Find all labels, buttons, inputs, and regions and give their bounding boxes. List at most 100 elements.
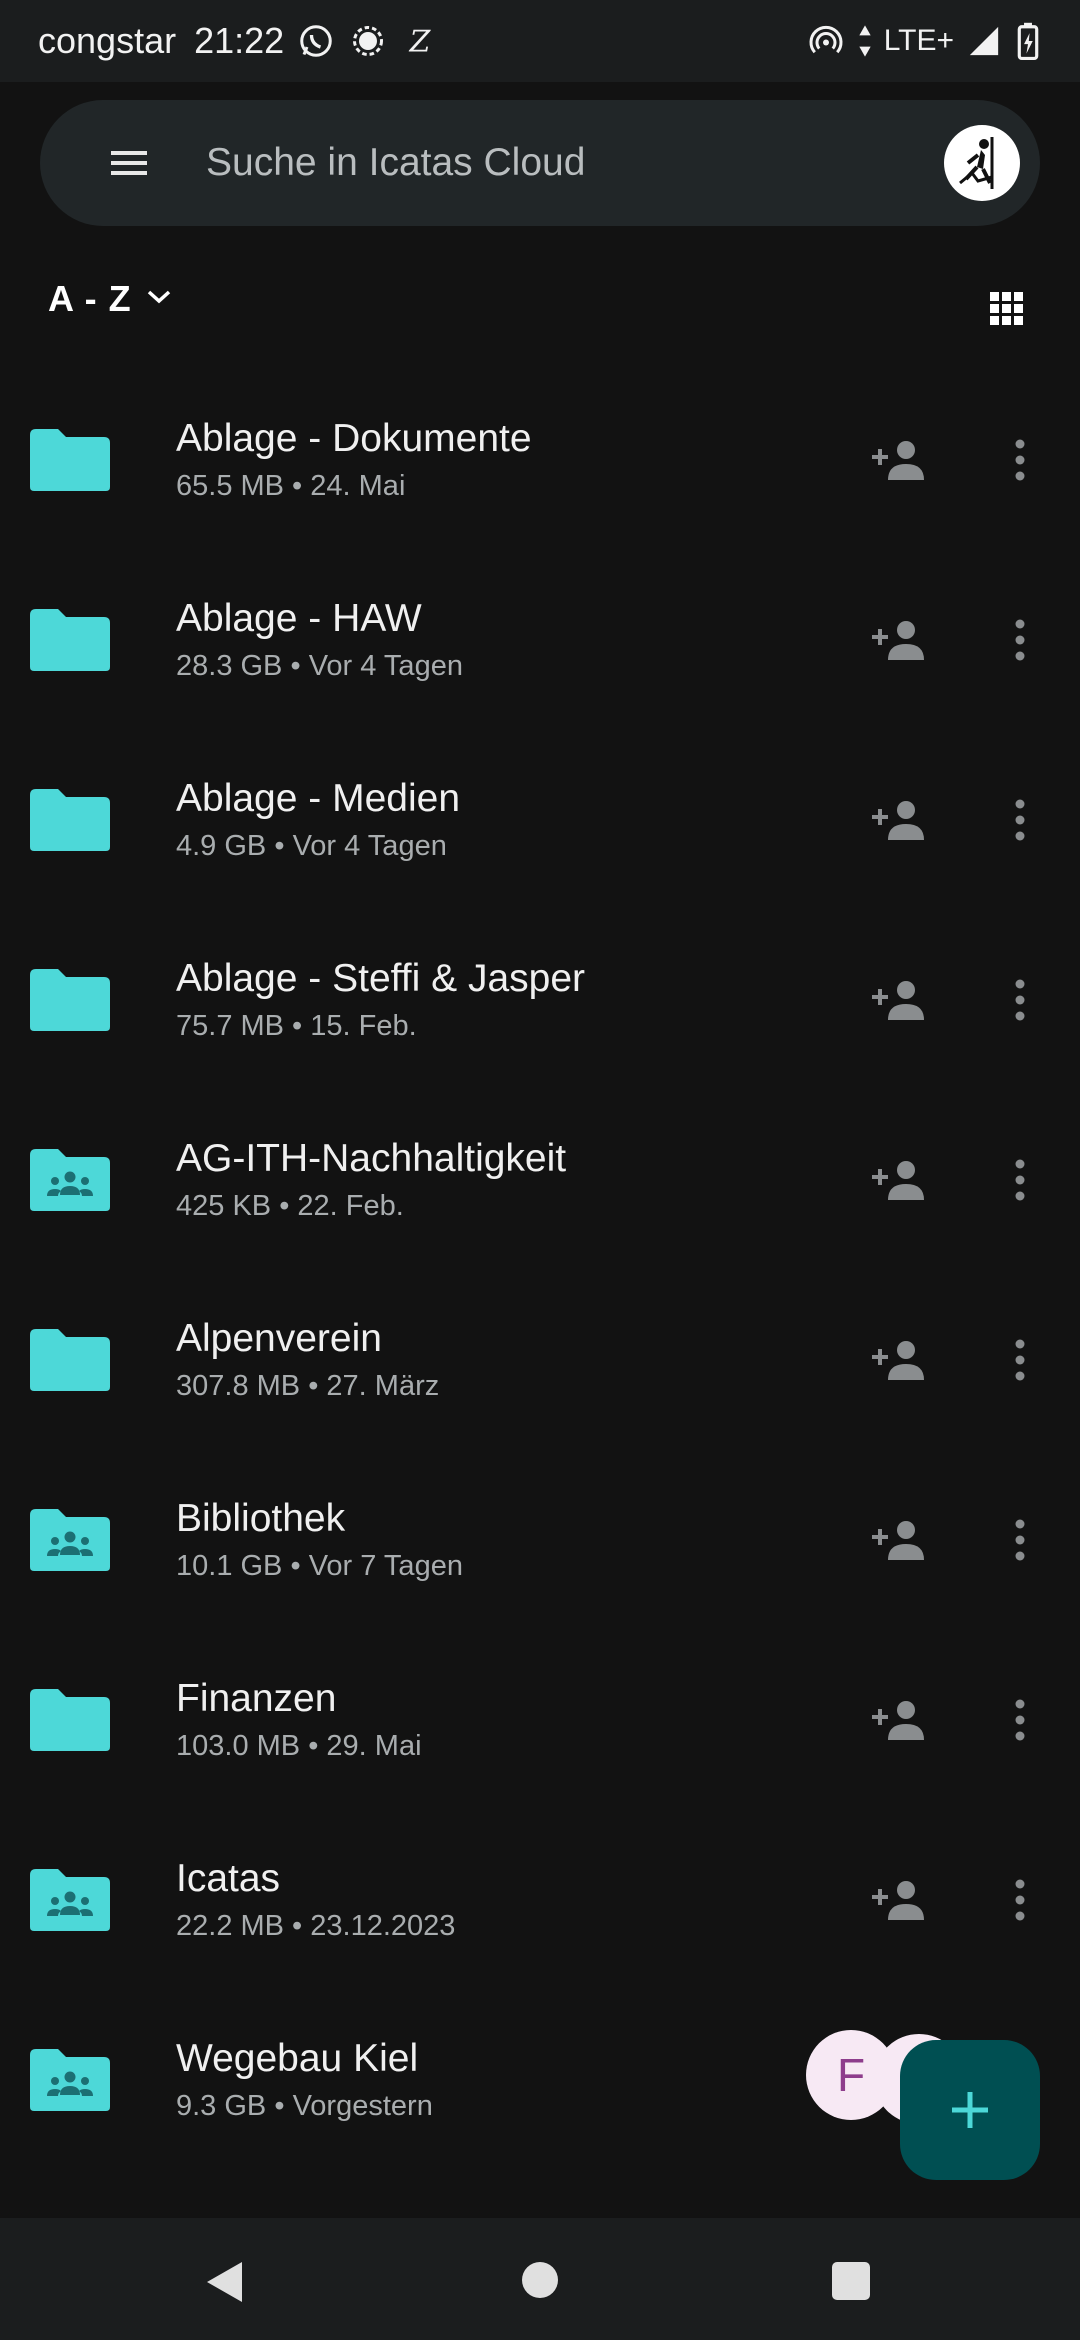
- folder-icon: [26, 1685, 114, 1755]
- file-name: Icatas: [176, 1857, 281, 1900]
- file-info: Bibliothek 10.1 GB • Vor 7 Tagen: [176, 1495, 463, 1585]
- separator-dot: •: [300, 1370, 327, 1402]
- system-nav-bar: [0, 2218, 1080, 2340]
- file-name: Alpenverein: [176, 1317, 382, 1360]
- more-options-icon[interactable]: [1000, 1870, 1040, 1930]
- file-size: 425 KB: [176, 1190, 272, 1222]
- folder-icon: [26, 785, 114, 855]
- data-arrows-icon: [856, 21, 874, 61]
- file-meta: 103.0 MB • 29. Mai: [176, 1727, 422, 1765]
- file-date: Vor 7 Tagen: [308, 1550, 463, 1582]
- network-type: LTE+: [883, 24, 954, 57]
- group-folder-icon: [26, 2045, 114, 2115]
- account-avatar[interactable]: [944, 125, 1020, 201]
- file-meta: 307.8 MB • 27. März: [176, 1367, 439, 1405]
- sharee-avatar: F: [806, 2030, 896, 2120]
- sort-selector[interactable]: A - Z: [48, 278, 172, 320]
- search-bar[interactable]: Suche in Icatas Cloud: [40, 100, 1040, 226]
- separator-dot: •: [300, 1730, 327, 1762]
- file-row[interactable]: Ablage - Steffi & Jasper 75.7 MB • 15. Fe…: [0, 910, 1080, 1090]
- back-icon[interactable]: [204, 2260, 244, 2304]
- status-bar: congstar 21:22 Z LTE+: [0, 0, 1080, 82]
- file-info: Ablage - Steffi & Jasper 75.7 MB • 15. Fe…: [176, 955, 585, 1045]
- file-size: 307.8 MB: [176, 1370, 301, 1402]
- share-icon[interactable]: [870, 610, 930, 670]
- more-options-icon[interactable]: [1000, 610, 1040, 670]
- more-options-icon[interactable]: [1000, 1510, 1040, 1570]
- folder-icon: [26, 965, 114, 1035]
- file-date: 22. Feb.: [297, 1190, 404, 1222]
- file-row[interactable]: Alpenverein 307.8 MB • 27. März: [0, 1270, 1080, 1450]
- file-name: Ablage - HAW: [176, 597, 422, 640]
- more-options-icon[interactable]: [1000, 970, 1040, 1030]
- file-info: AG-ITH-Nachhaltigkeit 425 KB • 22. Feb.: [176, 1135, 566, 1225]
- signal-strength-icon: [964, 21, 1004, 61]
- file-row[interactable]: Ablage - Dokumente 65.5 MB • 24. Mai: [0, 370, 1080, 550]
- file-date: 23.12.2023: [310, 1910, 456, 1942]
- grid-view-icon[interactable]: [982, 284, 1032, 334]
- folder-icon: [26, 1325, 114, 1395]
- file-size: 22.2 MB: [176, 1910, 284, 1942]
- whatsapp-icon: [296, 21, 336, 61]
- more-options-icon[interactable]: [1000, 790, 1040, 850]
- file-size: 103.0 MB: [176, 1730, 301, 1762]
- file-meta: 425 KB • 22. Feb.: [176, 1187, 566, 1225]
- separator-dot: •: [284, 470, 311, 502]
- file-info: Wegebau Kiel 9.3 GB • Vorgestern: [176, 2035, 433, 2125]
- carrier-name: congstar: [38, 20, 177, 61]
- share-icon[interactable]: [870, 790, 930, 850]
- file-meta: 10.1 GB • Vor 7 Tagen: [176, 1547, 463, 1585]
- signal-app-icon: [348, 21, 388, 61]
- share-icon[interactable]: [870, 1330, 930, 1390]
- file-info: Finanzen 103.0 MB • 29. Mai: [176, 1675, 422, 1765]
- share-icon[interactable]: [870, 1870, 930, 1930]
- file-row[interactable]: AG-ITH-Nachhaltigkeit 425 KB • 22. Feb.: [0, 1090, 1080, 1270]
- add-button[interactable]: [900, 2040, 1040, 2180]
- file-date: 29. Mai: [326, 1730, 422, 1762]
- file-meta: 28.3 GB • Vor 4 Tagen: [176, 647, 463, 685]
- file-name: Finanzen: [176, 1677, 337, 1720]
- chevron-down-icon: [146, 288, 172, 311]
- file-info: Ablage - Medien 4.9 GB • Vor 4 Tagen: [176, 775, 460, 865]
- file-meta: 4.9 GB • Vor 4 Tagen: [176, 827, 460, 865]
- more-options-icon[interactable]: [1000, 1690, 1040, 1750]
- file-row[interactable]: Icatas 22.2 MB • 23.12.2023: [0, 1810, 1080, 1990]
- file-row[interactable]: Ablage - Medien 4.9 GB • Vor 4 Tagen: [0, 730, 1080, 910]
- group-folder-icon: [26, 1505, 114, 1575]
- folder-icon: [26, 425, 114, 495]
- more-options-icon[interactable]: [1000, 1330, 1040, 1390]
- file-info: Alpenverein 307.8 MB • 27. März: [176, 1315, 439, 1405]
- file-size: 10.1 GB: [176, 1550, 283, 1582]
- separator-dot: •: [271, 1190, 298, 1222]
- more-options-icon[interactable]: [1000, 430, 1040, 490]
- file-row[interactable]: Bibliothek 10.1 GB • Vor 7 Tagen: [0, 1450, 1080, 1630]
- share-icon[interactable]: [870, 1690, 930, 1750]
- file-row[interactable]: Ablage - HAW 28.3 GB • Vor 4 Tagen: [0, 550, 1080, 730]
- menu-icon[interactable]: [94, 128, 164, 198]
- z-app-icon: Z: [400, 21, 440, 61]
- separator-dot: •: [266, 830, 293, 862]
- file-size: 75.7 MB: [176, 1010, 284, 1042]
- share-icon[interactable]: [870, 1510, 930, 1570]
- share-icon[interactable]: [870, 430, 930, 490]
- file-info: Ablage - Dokumente 65.5 MB • 24. Mai: [176, 415, 532, 505]
- sort-label: A - Z: [48, 278, 132, 319]
- file-row[interactable]: Finanzen 103.0 MB • 29. Mai: [0, 1630, 1080, 1810]
- share-icon[interactable]: [870, 970, 930, 1030]
- file-name: AG-ITH-Nachhaltigkeit: [176, 1137, 567, 1180]
- file-info: Icatas 22.2 MB • 23.12.2023: [176, 1855, 455, 1945]
- search-input[interactable]: Suche in Icatas Cloud: [206, 141, 944, 185]
- recent-apps-icon[interactable]: [832, 2262, 870, 2300]
- file-date: 15. Feb.: [310, 1010, 417, 1042]
- separator-dot: •: [266, 2090, 293, 2122]
- file-info: Ablage - HAW 28.3 GB • Vor 4 Tagen: [176, 595, 463, 685]
- clock: 21:22: [194, 20, 285, 61]
- file-date: Vor 4 Tagen: [308, 650, 463, 682]
- file-date: 24. Mai: [310, 470, 406, 502]
- file-meta: 75.7 MB • 15. Feb.: [176, 1007, 585, 1045]
- file-name: Ablage - Dokumente: [176, 417, 532, 460]
- home-icon[interactable]: [522, 2262, 558, 2298]
- file-size: 9.3 GB: [176, 2090, 267, 2122]
- share-icon[interactable]: [870, 1150, 930, 1210]
- more-options-icon[interactable]: [1000, 1150, 1040, 1210]
